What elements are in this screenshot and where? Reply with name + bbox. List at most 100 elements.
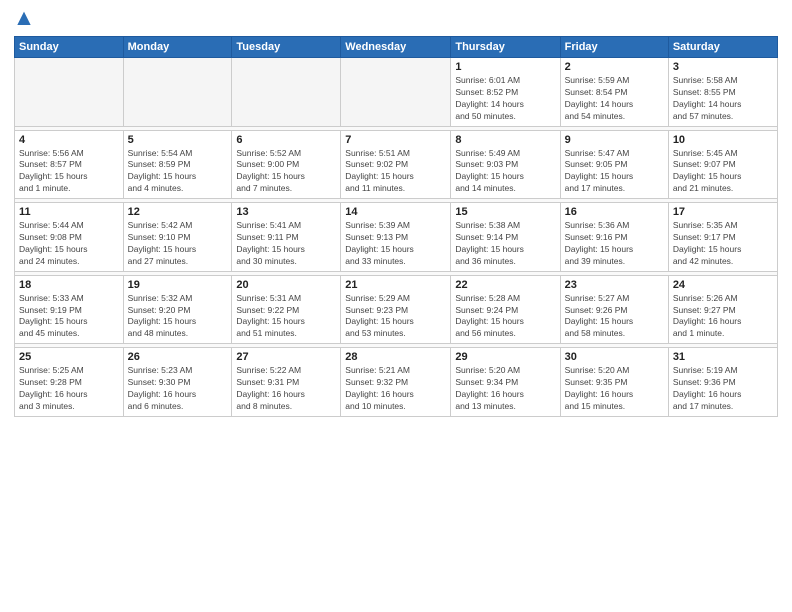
day-number: 19	[128, 279, 228, 291]
day-number: 27	[236, 351, 336, 363]
day-info: Sunrise: 5:52 AM Sunset: 9:00 PM Dayligh…	[236, 148, 336, 196]
day-info: Sunrise: 5:59 AM Sunset: 8:54 PM Dayligh…	[565, 75, 664, 123]
day-cell: 26 Sunrise: 5:23 AM Sunset: 9:30 PM Dayli…	[123, 348, 232, 417]
day-cell: 5Sunrise: 5:54 AM Sunset: 8:59 PM Daylig…	[123, 130, 232, 199]
day-cell: 23 Sunrise: 5:27 AM Sunset: 9:26 PM Dayli…	[560, 275, 668, 344]
day-number: 8	[455, 134, 555, 146]
day-cell: 30 Sunrise: 5:20 AM Sunset: 9:35 PM Dayli…	[560, 348, 668, 417]
day-info: Sunrise: 5:26 AM Sunset: 9:27 PM Dayligh…	[673, 293, 773, 341]
week-row-2: 4 Sunrise: 5:56 AM Sunset: 8:57 PM Daylig…	[15, 130, 778, 199]
calendar-header-row: SundayMondayTuesdayWednesdayThursdayFrid…	[15, 37, 778, 58]
day-number: 18	[19, 279, 119, 291]
day-number: 25	[19, 351, 119, 363]
day-cell: 9 Sunrise: 5:47 AM Sunset: 9:05 PM Daylig…	[560, 130, 668, 199]
day-info: Sunrise: 5:41 AM Sunset: 9:11 PM Dayligh…	[236, 220, 336, 268]
day-number: 1	[455, 61, 555, 73]
day-number: 12	[128, 206, 228, 218]
day-cell: 25 Sunrise: 5:25 AM Sunset: 9:28 PM Dayli…	[15, 348, 124, 417]
day-info: Sunrise: 5:58 AM Sunset: 8:55 PM Dayligh…	[673, 75, 773, 123]
day-number: 23	[565, 279, 664, 291]
day-number: 10	[673, 134, 773, 146]
day-cell	[341, 58, 451, 127]
day-info: Sunrise: 5:45 AM Sunset: 9:07 PM Dayligh…	[673, 148, 773, 196]
day-cell: 24 Sunrise: 5:26 AM Sunset: 9:27 PM Dayli…	[668, 275, 777, 344]
day-number: 4	[19, 134, 119, 146]
col-header-friday: Friday	[560, 37, 668, 58]
day-info: Sunrise: 5:44 AM Sunset: 9:08 PM Dayligh…	[19, 220, 119, 268]
col-header-sunday: Sunday	[15, 37, 124, 58]
calendar-table: SundayMondayTuesdayWednesdayThursdayFrid…	[14, 36, 778, 417]
day-info: Sunrise: 5:20 AM Sunset: 9:35 PM Dayligh…	[565, 365, 664, 413]
day-cell: 17 Sunrise: 5:35 AM Sunset: 9:17 PM Dayli…	[668, 203, 777, 272]
day-info: Sunrise: 5:28 AM Sunset: 9:24 PM Dayligh…	[455, 293, 555, 341]
day-info: Sunrise: 5:20 AM Sunset: 9:34 PM Dayligh…	[455, 365, 555, 413]
day-cell: 22Sunrise: 5:28 AM Sunset: 9:24 PM Dayli…	[451, 275, 560, 344]
day-number: 16	[565, 206, 664, 218]
day-cell: 31Sunrise: 5:19 AM Sunset: 9:36 PM Dayli…	[668, 348, 777, 417]
day-cell: 29 Sunrise: 5:20 AM Sunset: 9:34 PM Dayli…	[451, 348, 560, 417]
day-info: Sunrise: 5:32 AM Sunset: 9:20 PM Dayligh…	[128, 293, 228, 341]
day-cell: 10 Sunrise: 5:45 AM Sunset: 9:07 PM Dayli…	[668, 130, 777, 199]
col-header-monday: Monday	[123, 37, 232, 58]
day-number: 31	[673, 351, 773, 363]
day-cell: 14Sunrise: 5:39 AM Sunset: 9:13 PM Dayli…	[341, 203, 451, 272]
day-number: 7	[345, 134, 446, 146]
day-cell: 8 Sunrise: 5:49 AM Sunset: 9:03 PM Daylig…	[451, 130, 560, 199]
day-cell: 28Sunrise: 5:21 AM Sunset: 9:32 PM Dayli…	[341, 348, 451, 417]
day-number: 30	[565, 351, 664, 363]
day-cell: 4 Sunrise: 5:56 AM Sunset: 8:57 PM Daylig…	[15, 130, 124, 199]
col-header-saturday: Saturday	[668, 37, 777, 58]
day-info: Sunrise: 5:38 AM Sunset: 9:14 PM Dayligh…	[455, 220, 555, 268]
day-cell: 7Sunrise: 5:51 AM Sunset: 9:02 PM Daylig…	[341, 130, 451, 199]
day-info: Sunrise: 5:31 AM Sunset: 9:22 PM Dayligh…	[236, 293, 336, 341]
page: SundayMondayTuesdayWednesdayThursdayFrid…	[0, 0, 792, 612]
day-info: Sunrise: 5:35 AM Sunset: 9:17 PM Dayligh…	[673, 220, 773, 268]
week-row-1: 1 Sunrise: 6:01 AM Sunset: 8:52 PM Daylig…	[15, 58, 778, 127]
day-info: Sunrise: 6:01 AM Sunset: 8:52 PM Dayligh…	[455, 75, 555, 123]
day-info: Sunrise: 5:49 AM Sunset: 9:03 PM Dayligh…	[455, 148, 555, 196]
day-cell: 12 Sunrise: 5:42 AM Sunset: 9:10 PM Dayli…	[123, 203, 232, 272]
day-number: 20	[236, 279, 336, 291]
day-number: 29	[455, 351, 555, 363]
day-cell: 2 Sunrise: 5:59 AM Sunset: 8:54 PM Daylig…	[560, 58, 668, 127]
day-info: Sunrise: 5:42 AM Sunset: 9:10 PM Dayligh…	[128, 220, 228, 268]
day-number: 21	[345, 279, 446, 291]
day-cell: 3Sunrise: 5:58 AM Sunset: 8:55 PM Daylig…	[668, 58, 777, 127]
day-number: 26	[128, 351, 228, 363]
day-cell: 18Sunrise: 5:33 AM Sunset: 9:19 PM Dayli…	[15, 275, 124, 344]
day-info: Sunrise: 5:21 AM Sunset: 9:32 PM Dayligh…	[345, 365, 446, 413]
col-header-thursday: Thursday	[451, 37, 560, 58]
week-row-3: 11Sunrise: 5:44 AM Sunset: 9:08 PM Dayli…	[15, 203, 778, 272]
day-cell: 13 Sunrise: 5:41 AM Sunset: 9:11 PM Dayli…	[232, 203, 341, 272]
day-info: Sunrise: 5:22 AM Sunset: 9:31 PM Dayligh…	[236, 365, 336, 413]
day-cell: 27 Sunrise: 5:22 AM Sunset: 9:31 PM Dayli…	[232, 348, 341, 417]
day-info: Sunrise: 5:47 AM Sunset: 9:05 PM Dayligh…	[565, 148, 664, 196]
day-number: 13	[236, 206, 336, 218]
day-info: Sunrise: 5:36 AM Sunset: 9:16 PM Dayligh…	[565, 220, 664, 268]
day-cell: 11Sunrise: 5:44 AM Sunset: 9:08 PM Dayli…	[15, 203, 124, 272]
day-info: Sunrise: 5:27 AM Sunset: 9:26 PM Dayligh…	[565, 293, 664, 341]
day-info: Sunrise: 5:23 AM Sunset: 9:30 PM Dayligh…	[128, 365, 228, 413]
day-cell: 20 Sunrise: 5:31 AM Sunset: 9:22 PM Dayli…	[232, 275, 341, 344]
header	[14, 10, 778, 30]
day-number: 24	[673, 279, 773, 291]
day-number: 2	[565, 61, 664, 73]
day-info: Sunrise: 5:56 AM Sunset: 8:57 PM Dayligh…	[19, 148, 119, 196]
day-cell: 21 Sunrise: 5:29 AM Sunset: 9:23 PM Dayli…	[341, 275, 451, 344]
col-header-wednesday: Wednesday	[341, 37, 451, 58]
week-row-5: 25 Sunrise: 5:25 AM Sunset: 9:28 PM Dayli…	[15, 348, 778, 417]
day-info: Sunrise: 5:25 AM Sunset: 9:28 PM Dayligh…	[19, 365, 119, 413]
logo-icon	[14, 10, 34, 30]
day-cell: 16 Sunrise: 5:36 AM Sunset: 9:16 PM Dayli…	[560, 203, 668, 272]
day-number: 6	[236, 134, 336, 146]
day-info: Sunrise: 5:29 AM Sunset: 9:23 PM Dayligh…	[345, 293, 446, 341]
day-number: 9	[565, 134, 664, 146]
day-number: 17	[673, 206, 773, 218]
day-cell: 19 Sunrise: 5:32 AM Sunset: 9:20 PM Dayli…	[123, 275, 232, 344]
day-cell	[15, 58, 124, 127]
day-cell: 15 Sunrise: 5:38 AM Sunset: 9:14 PM Dayli…	[451, 203, 560, 272]
day-number: 14	[345, 206, 446, 218]
col-header-tuesday: Tuesday	[232, 37, 341, 58]
day-cell	[123, 58, 232, 127]
day-number: 15	[455, 206, 555, 218]
